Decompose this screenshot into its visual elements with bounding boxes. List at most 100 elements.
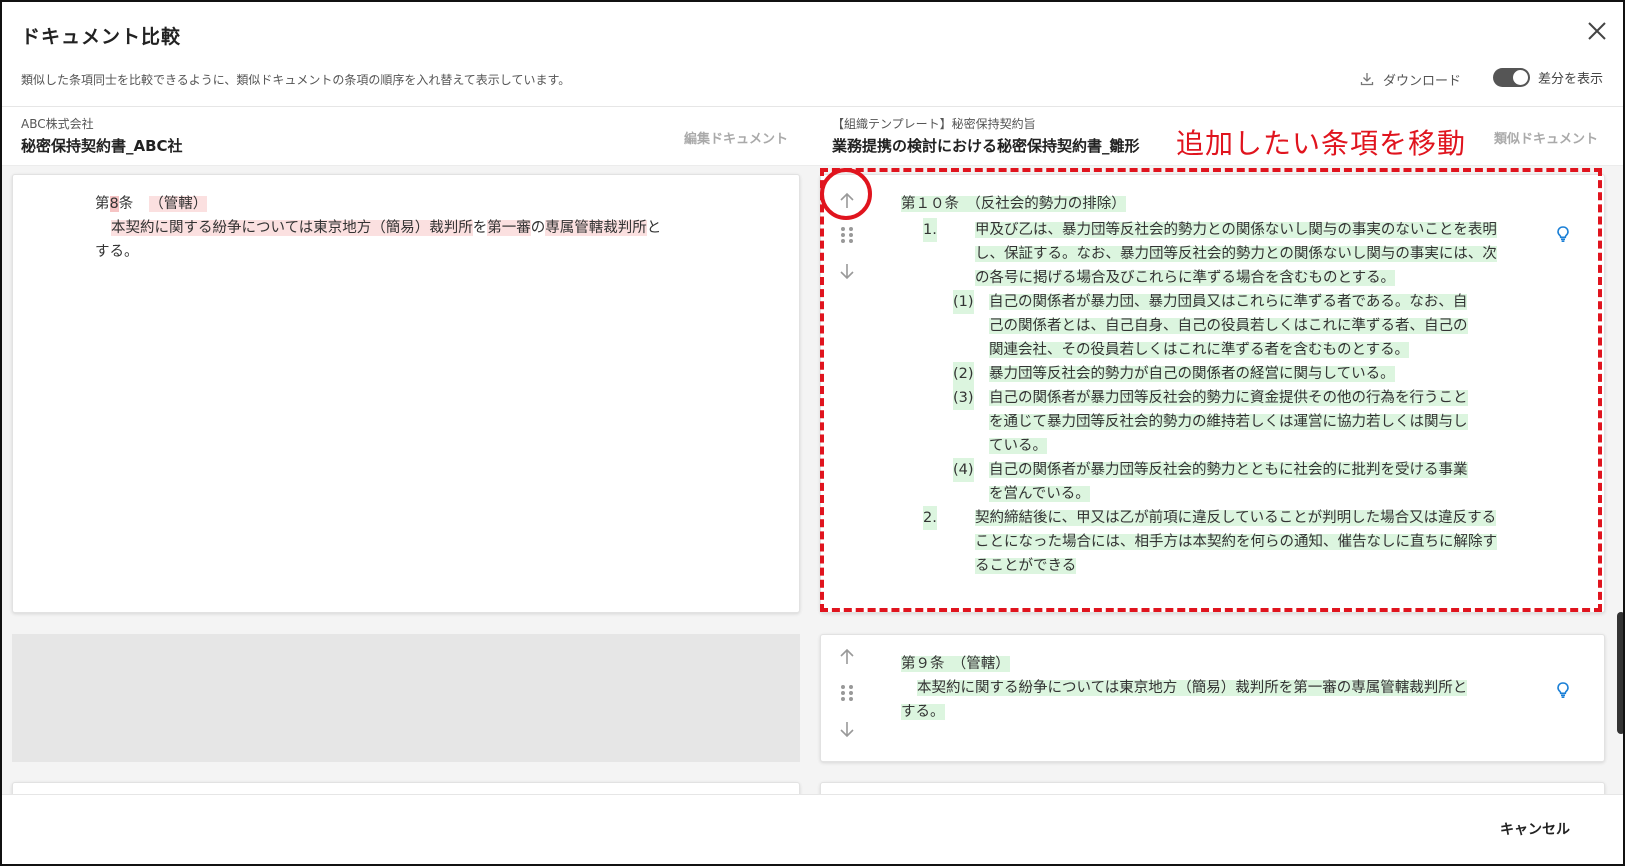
- download-icon: [1360, 73, 1374, 86]
- close-button[interactable]: [1582, 16, 1612, 46]
- clause-subitem: (3) 自己の関係者が暴力団等反社会的勢力に資金提供その他の行為を行うこと を通…: [953, 386, 1541, 458]
- drag-handle-icon: [841, 227, 853, 243]
- item-number: 2.: [923, 506, 937, 530]
- left-doc-company: ABC株式会社: [21, 117, 94, 131]
- diff-segment: 本契約に関する紛争については: [111, 220, 314, 236]
- clause-number: 8: [109, 196, 119, 212]
- right-clause-2-heading: 第９条 （管轄）: [901, 652, 1541, 676]
- clause-suffix: 条: [118, 196, 134, 212]
- item-line: 本契約に関する紛争については東京地方（簡易）裁判所を第一審の専属管轄裁判所と: [917, 680, 1468, 696]
- item-line: ことになった場合には、相手方は本契約を何らの通知、催告なしに直ちに解除す: [975, 534, 1497, 550]
- left-doc-name: 秘密保持契約書_ABC社: [21, 137, 183, 155]
- item-line: 己の関係者とは、自己自身、自己の役員若しくはこれに準ずる者、自己の: [989, 318, 1468, 334]
- right-doc-company: 【組織テンプレート】秘密保持契約旨: [832, 117, 1036, 131]
- left-empty-slot: [12, 634, 800, 762]
- item-line: ている。: [989, 438, 1047, 454]
- left-clause-heading: 第8条 （管轄）: [95, 192, 755, 216]
- item-line: 自己の関係者が暴力団等反社会的勢力に資金提供その他の行為を行うこと: [989, 390, 1468, 406]
- dialog-subtitle: 類似した条項同士を比較できるように、類似ドキュメントの条項の順序を入れ替えて表示…: [21, 73, 571, 87]
- right-clause-card-2: 第９条 （管轄） 本契約に関する紛争については東京地方（簡易）裁判所を第一審の専…: [820, 634, 1605, 762]
- clause-heading: 第９条 （管轄）: [901, 656, 1010, 672]
- drag-handle[interactable]: [833, 679, 861, 707]
- scrollbar-thumb[interactable]: [1617, 612, 1623, 734]
- clause-reorder-controls: [833, 639, 861, 759]
- move-up-button[interactable]: [833, 643, 861, 671]
- arrow-up-icon: [840, 192, 854, 208]
- right-doc-role: 類似ドキュメント: [1494, 132, 1599, 147]
- left-doc-role: 編集ドキュメント: [684, 132, 789, 147]
- item-line: を営んでいる。: [989, 486, 1090, 502]
- header-divider: [2, 106, 1623, 107]
- diff-toggle-group: 差分を表示: [1493, 68, 1603, 87]
- compare-scroll-area[interactable]: 第8条 （管轄） 本契約に関する紛争については東京地方（簡易）裁判所を第一審の専属…: [2, 166, 1623, 794]
- clause-heading: （管轄）: [149, 196, 208, 212]
- arrow-up-icon: [840, 648, 854, 664]
- subitem-number: (3): [953, 386, 974, 410]
- diff-segment: 第一審: [487, 220, 531, 236]
- move-down-button[interactable]: [833, 257, 861, 285]
- suggestion-button[interactable]: [1555, 681, 1571, 703]
- subitem-number: (1): [953, 290, 974, 314]
- subitem-number: (2): [953, 362, 974, 386]
- clause-prefix: 第: [95, 196, 110, 212]
- drag-handle[interactable]: [833, 221, 861, 249]
- lightbulb-icon: [1557, 682, 1569, 698]
- item-line: 甲及び乙は、暴力団等反社会的勢力との関係ないし関与の事実のないことを表明: [975, 222, 1497, 238]
- right-clause-card-1: 第１０条 （反社会的勢力の排除） 1. 甲及び乙は、暴力団等反社会的勢力との関係…: [820, 174, 1605, 613]
- item-line: 暴力団等反社会的勢力が自己の関係者の経営に関与している。: [989, 366, 1395, 382]
- clause-item: 2. 契約締結後に、甲又は乙が前項に違反していることが判明した場合又は違反する …: [923, 506, 1541, 578]
- cancel-button[interactable]: キャンセル: [1500, 819, 1570, 839]
- diff-segment: 専属管轄裁判所: [545, 220, 647, 236]
- right-clause-2-text: 第９条 （管轄） 本契約に関する紛争については東京地方（簡易）裁判所を第一審の専…: [901, 652, 1541, 724]
- arrow-down-icon: [840, 264, 854, 280]
- right-next-card: [820, 782, 1605, 794]
- text-segment: と: [646, 220, 662, 236]
- annotation-label: 追加したい条項を移動: [1176, 127, 1467, 160]
- close-icon: [1588, 22, 1606, 40]
- left-next-card: [12, 782, 800, 794]
- item-line: 関連会社、その役員若しくはこれに準ずる者を含むものとする。: [989, 342, 1410, 358]
- item-line: 自己の関係者が暴力団、暴力団員又はこれらに準ずる者である。なお、自: [989, 294, 1468, 310]
- left-clause-body: 本契約に関する紛争については東京地方（簡易）裁判所を第一審の専属管轄裁判所と: [95, 216, 755, 240]
- right-clause-1-heading: 第１０条 （反社会的勢力の排除）: [901, 192, 1541, 216]
- dialog-footer: キャンセル: [2, 794, 1623, 864]
- move-down-button[interactable]: [833, 715, 861, 743]
- clause-item: 1. 甲及び乙は、暴力団等反社会的勢力との関係ないし関与の事実のないことを表明 …: [923, 218, 1541, 290]
- item-line: の各号に掲げる場合及びこれらに準ずる場合を含むものとする。: [975, 270, 1396, 286]
- diff-segment: 東京地方（簡易）裁判所: [313, 220, 473, 236]
- clause-subitem: (4) 自己の関係者が暴力団等反社会的勢力とともに社会的に批判を受ける事業 を営…: [953, 458, 1541, 506]
- document-compare-dialog: ドキュメント比較 類似した条項同士を比較できるように、類似ドキュメントの条項の順…: [0, 0, 1625, 866]
- scrollbar[interactable]: [1616, 166, 1623, 794]
- item-number: 1.: [923, 218, 937, 242]
- text-segment: の: [530, 220, 546, 236]
- item-line: する。: [901, 704, 945, 720]
- clause-heading: 第１０条 （反社会的勢力の排除）: [901, 196, 1126, 212]
- download-button[interactable]: ダウンロード: [1359, 68, 1461, 90]
- left-clause-text: 第8条 （管轄） 本契約に関する紛争については東京地方（簡易）裁判所を第一審の専属…: [95, 192, 755, 264]
- subitem-number: (4): [953, 458, 974, 482]
- drag-handle-icon: [841, 685, 853, 701]
- item-line: 自己の関係者が暴力団等反社会的勢力とともに社会的に批判を受ける事業: [989, 462, 1468, 478]
- lightbulb-icon: [1557, 226, 1569, 242]
- left-clause-body-line2: する。: [95, 244, 139, 260]
- move-up-button[interactable]: [833, 187, 861, 215]
- left-clause-card: 第8条 （管轄） 本契約に関する紛争については東京地方（簡易）裁判所を第一審の専属…: [12, 174, 800, 613]
- item-line: ることができる: [975, 558, 1077, 574]
- text-segment: を: [472, 220, 488, 236]
- clause-subitem: (1) 自己の関係者が暴力団、暴力団員又はこれらに準ずる者である。なお、自 己の…: [953, 290, 1541, 362]
- right-clause-1-text: 第１０条 （反社会的勢力の排除） 1. 甲及び乙は、暴力団等反社会的勢力との関係…: [901, 192, 1541, 578]
- clause-subitem: (2) 暴力団等反社会的勢力が自己の関係者の経営に関与している。: [953, 362, 1541, 386]
- item-line: し、保証する。なお、暴力団等反社会的勢力との関係ないし関与の事実には、次: [975, 246, 1497, 262]
- download-label: ダウンロード: [1383, 73, 1462, 89]
- right-doc-name: 業務提携の検討における秘密保持契約書_雛形: [832, 137, 1140, 155]
- suggestion-button[interactable]: [1555, 225, 1571, 247]
- clause-reorder-controls: [833, 183, 861, 303]
- diff-toggle-label: 差分を表示: [1538, 72, 1604, 87]
- dialog-title: ドキュメント比較: [21, 26, 182, 48]
- arrow-down-icon: [840, 722, 854, 738]
- item-line: 契約締結後に、甲又は乙が前項に違反していることが判明した場合又は違反する: [975, 510, 1497, 526]
- right-clause-2-body-line2: する。: [901, 700, 1541, 724]
- right-clause-2-body: 本契約に関する紛争については東京地方（簡易）裁判所を第一審の専属管轄裁判所と: [901, 676, 1541, 700]
- item-line: を通じて暴力団等反社会的勢力の維持若しくは運営に協力若しくは関与し: [989, 414, 1468, 430]
- diff-toggle[interactable]: [1493, 68, 1530, 87]
